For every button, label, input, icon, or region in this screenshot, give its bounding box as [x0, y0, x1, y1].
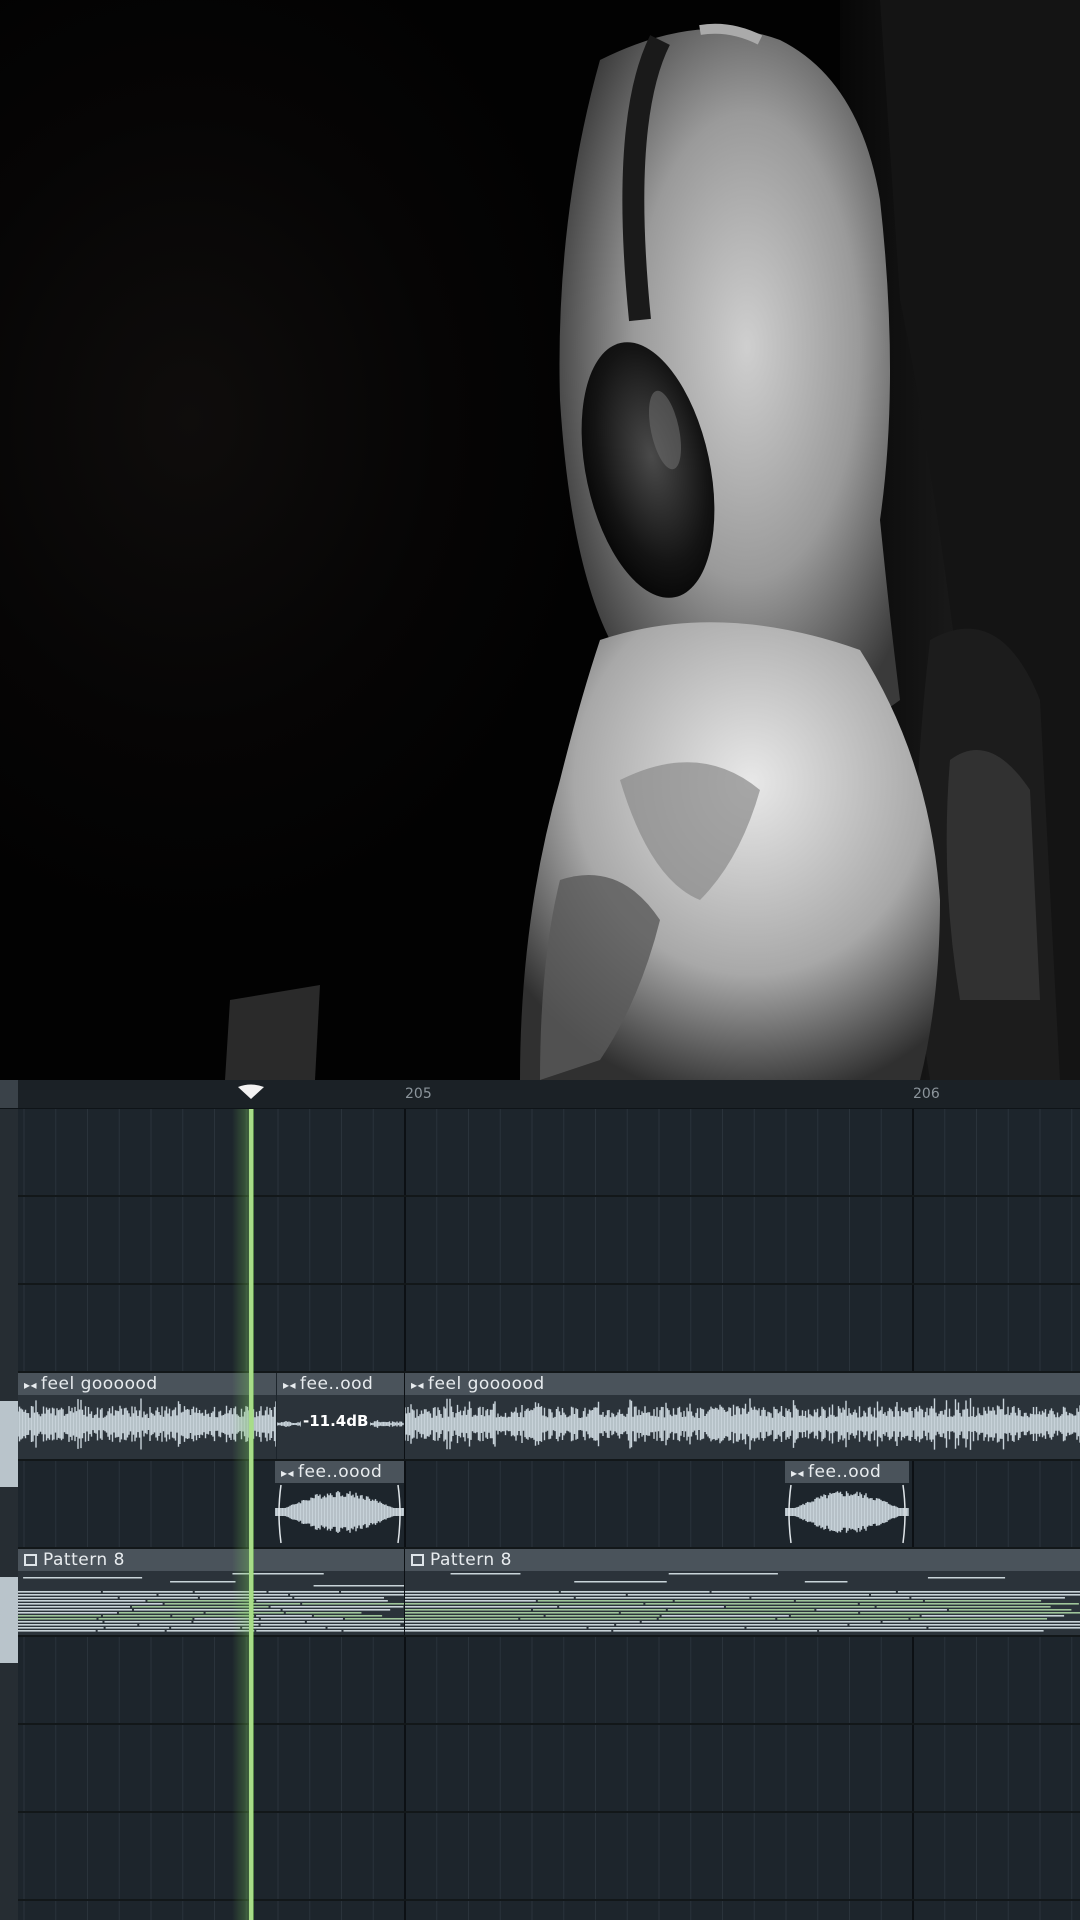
- video-frame: [0, 0, 1080, 1080]
- track-header-column: [0, 1108, 18, 1920]
- playhead-line[interactable]: [249, 1108, 253, 1920]
- volume-readout: -11.4dB: [301, 1412, 371, 1430]
- piano-roll-icon: [411, 1554, 424, 1566]
- clip-name: Pattern 8: [430, 1550, 512, 1570]
- audio-clip[interactable]: ▸◂ fee..ood -11.4dB: [277, 1373, 404, 1459]
- clip-name: feel goooood: [428, 1374, 545, 1394]
- pattern-clip[interactable]: Pattern 8: [18, 1549, 404, 1635]
- ruler-corner: [0, 1080, 18, 1108]
- bar-number: 206: [913, 1086, 940, 1102]
- track-selector[interactable]: [0, 1577, 18, 1663]
- timeline-ruler[interactable]: 205 206: [0, 1080, 1080, 1109]
- clip-name: fee..oood: [298, 1462, 383, 1482]
- track-selector[interactable]: [0, 1401, 18, 1487]
- piano-roll-icon: [24, 1554, 37, 1566]
- clip-name: feel goooood: [41, 1374, 158, 1394]
- audio-clip[interactable]: ▸◂ fee..oood: [275, 1461, 404, 1547]
- hooded-figure-image: [225, 0, 1080, 1080]
- waveform: [275, 1484, 404, 1544]
- clip-name: Pattern 8: [43, 1550, 125, 1570]
- position-marker-icon[interactable]: [236, 1084, 266, 1100]
- waveform: [785, 1484, 909, 1544]
- play-marker-icon: ▸◂: [791, 1466, 805, 1480]
- audio-clip[interactable]: ▸◂ feel goooood: [405, 1373, 1080, 1459]
- play-marker-icon: ▸◂: [24, 1378, 38, 1392]
- play-marker-icon: ▸◂: [411, 1378, 425, 1392]
- audio-clip[interactable]: ▸◂ fee..ood: [785, 1461, 909, 1547]
- play-marker-icon: ▸◂: [281, 1466, 295, 1480]
- waveform: [405, 1398, 1080, 1450]
- playlist-panel: ▸◂ feel goooood ▸◂ fee..ood -11.4dB ▸◂ feel…: [0, 1080, 1080, 1920]
- pattern-notes: [405, 1573, 1080, 1632]
- clip-name: fee..ood: [808, 1462, 882, 1482]
- pattern-clip[interactable]: Pattern 8: [405, 1549, 1080, 1635]
- play-marker-icon: ▸◂: [283, 1378, 297, 1392]
- clip-name: fee..ood: [300, 1374, 374, 1394]
- pattern-notes: [18, 1573, 404, 1632]
- bar-number: 205: [405, 1086, 432, 1102]
- playlist-grid[interactable]: [0, 1108, 1080, 1920]
